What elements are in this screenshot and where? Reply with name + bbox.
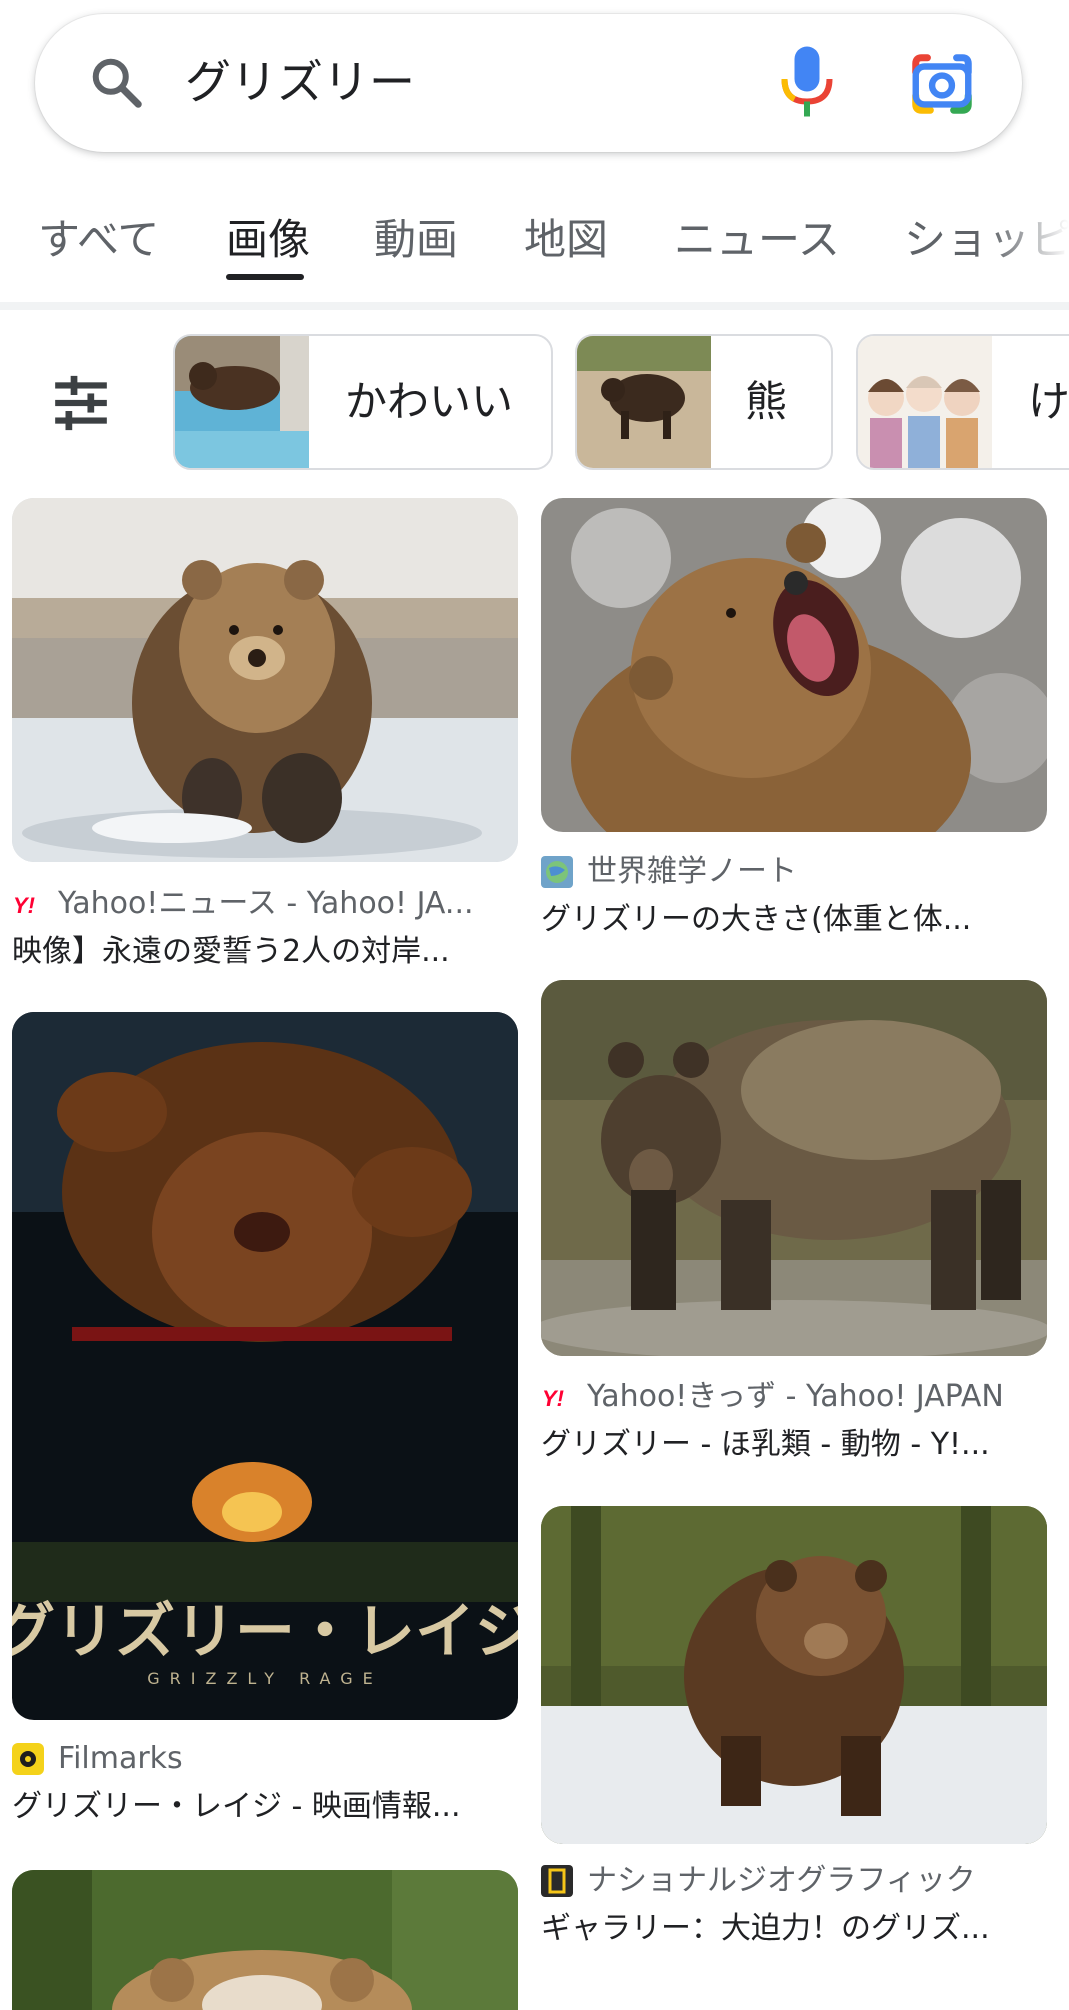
bear-photo xyxy=(541,1506,1047,1844)
yahoo-icon: Y! xyxy=(13,893,35,918)
source-name: ナショナルジオグラフィック xyxy=(587,1863,976,1898)
result-image-4[interactable] xyxy=(541,980,1047,1356)
tab-all[interactable]: すべて xyxy=(38,210,159,270)
chip-label: 熊 xyxy=(745,377,788,426)
result-image-5[interactable] xyxy=(541,1506,1047,1844)
tune-icon[interactable] xyxy=(50,372,112,434)
chip-kawaii[interactable]: かわいい xyxy=(173,334,553,470)
tab-maps[interactable]: 地図 xyxy=(524,210,608,270)
mic-icon[interactable] xyxy=(777,44,837,124)
search-input[interactable]: グリズリー xyxy=(185,46,415,118)
filmarks-icon xyxy=(12,1743,44,1775)
chip-thumbnail xyxy=(577,336,711,468)
result-title-4[interactable]: グリズリー - ほ乳類 - 動物 - Y!... xyxy=(541,1425,1041,1465)
movie-poster: グリズリー・レイジ GRIZZLY RAGE xyxy=(12,1012,518,1720)
search-icon[interactable] xyxy=(87,53,147,113)
source-name: Filmarks xyxy=(58,1741,183,1776)
tabs-divider xyxy=(0,302,1069,310)
yahoo-icon: Y! xyxy=(542,1386,564,1411)
tab-videos[interactable]: 動画 xyxy=(374,210,458,270)
svg-text:Y!: Y! xyxy=(13,893,35,918)
result-source-1[interactable]: Y! Yahoo!ニュース - Yahoo! JA... xyxy=(12,884,518,924)
globe-icon xyxy=(541,856,573,888)
google-lens-icon[interactable] xyxy=(907,49,977,119)
active-tab-indicator xyxy=(226,274,304,280)
tab-news[interactable]: ニュース xyxy=(674,210,840,270)
source-name: Yahoo!きっず - Yahoo! JAPAN xyxy=(587,1379,1004,1414)
chip-thumbnail xyxy=(858,336,992,468)
result-source-3[interactable]: Filmarks xyxy=(12,1739,518,1779)
bear-photo xyxy=(12,1870,518,2010)
search-bar-container: グリズリー xyxy=(35,14,1022,152)
result-image-1[interactable] xyxy=(12,498,518,862)
result-image-2[interactable] xyxy=(541,498,1047,832)
result-image-3[interactable]: グリズリー・レイジ GRIZZLY RAGE xyxy=(12,1012,518,1720)
tab-images[interactable]: 画像 xyxy=(226,210,310,270)
chip-thumbnail xyxy=(175,336,309,468)
chip-kuma[interactable]: 熊 xyxy=(575,334,833,470)
result-title-3[interactable]: グリズリー・レイジ - 映画情報... xyxy=(12,1787,512,1827)
result-title-5[interactable]: ギャラリー：大迫力！のグリズ... xyxy=(541,1909,1041,1949)
source-name: 世界雑学ノート xyxy=(587,854,797,889)
chip-label: かわいい xyxy=(345,377,514,426)
poster-subtitle: GRIZZLY RAGE xyxy=(147,1669,382,1688)
svg-text:Y!: Y! xyxy=(542,1386,564,1411)
source-name: Yahoo!ニュース - Yahoo! JA... xyxy=(58,886,474,921)
bear-photo xyxy=(541,498,1047,832)
search-tabs: すべて 画像 動画 地図 ニュース ショッピ xyxy=(0,200,1069,300)
result-image-6[interactable] xyxy=(12,1870,518,2010)
result-source-4[interactable]: Y! Yahoo!きっず - Yahoo! JAPAN xyxy=(541,1377,1047,1417)
result-title-1[interactable]: 映像】永遠の愛誓う2人の対岸... xyxy=(12,932,512,972)
chip-ke[interactable]: け xyxy=(856,334,1069,470)
search-bar[interactable]: グリズリー xyxy=(35,14,1022,152)
result-source-2[interactable]: 世界雑学ノート xyxy=(541,852,1047,892)
poster-title: グリズリー・レイジ xyxy=(12,1597,518,1667)
result-source-5[interactable]: ナショナルジオグラフィック xyxy=(541,1861,1047,1901)
tabs-fade xyxy=(989,200,1069,300)
result-title-2[interactable]: グリズリーの大きさ(体重と体... xyxy=(541,900,1041,940)
bear-photo xyxy=(12,498,518,862)
national-geographic-icon xyxy=(541,1865,573,1897)
chip-label: け xyxy=(1028,377,1069,426)
bear-photo xyxy=(541,980,1047,1356)
